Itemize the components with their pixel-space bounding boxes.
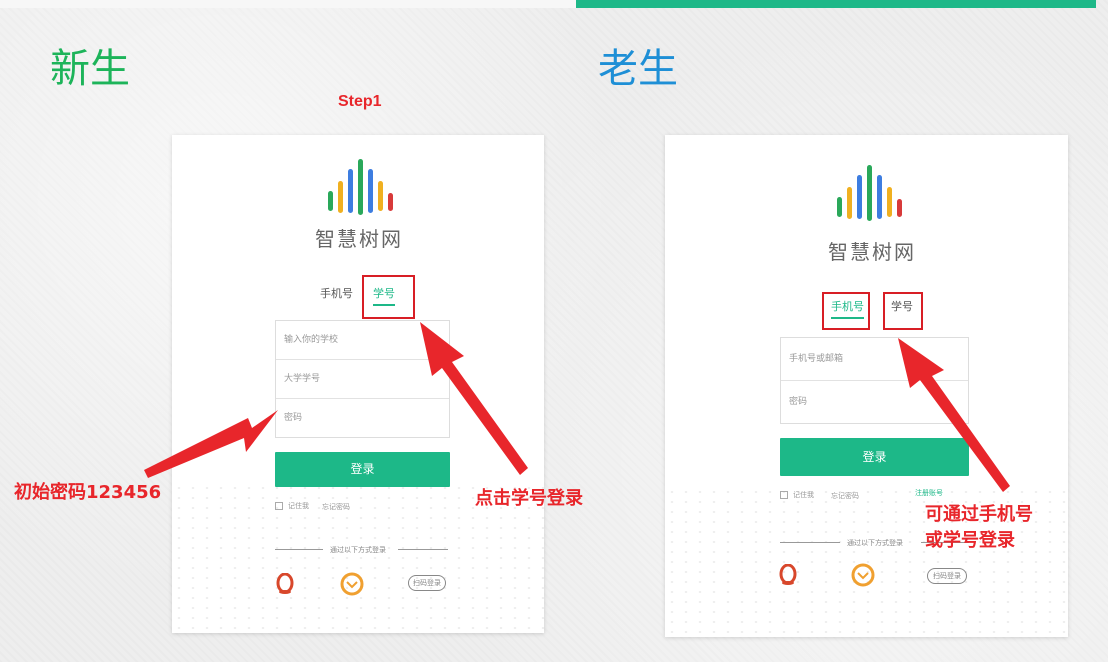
- annotation-arrows: [144, 322, 1010, 492]
- arrow-icon: [144, 410, 278, 478]
- annotation-initial-password: 初始密码123456: [14, 482, 162, 503]
- annotation-login-options-line1: 可通过手机号: [925, 504, 1033, 525]
- arrow-icon: [898, 338, 1010, 492]
- arrow-icon: [420, 322, 528, 475]
- annotation-click-student-id: 点击学号登录: [475, 488, 583, 509]
- annotation-login-options-line2: 或学号登录: [925, 530, 1015, 551]
